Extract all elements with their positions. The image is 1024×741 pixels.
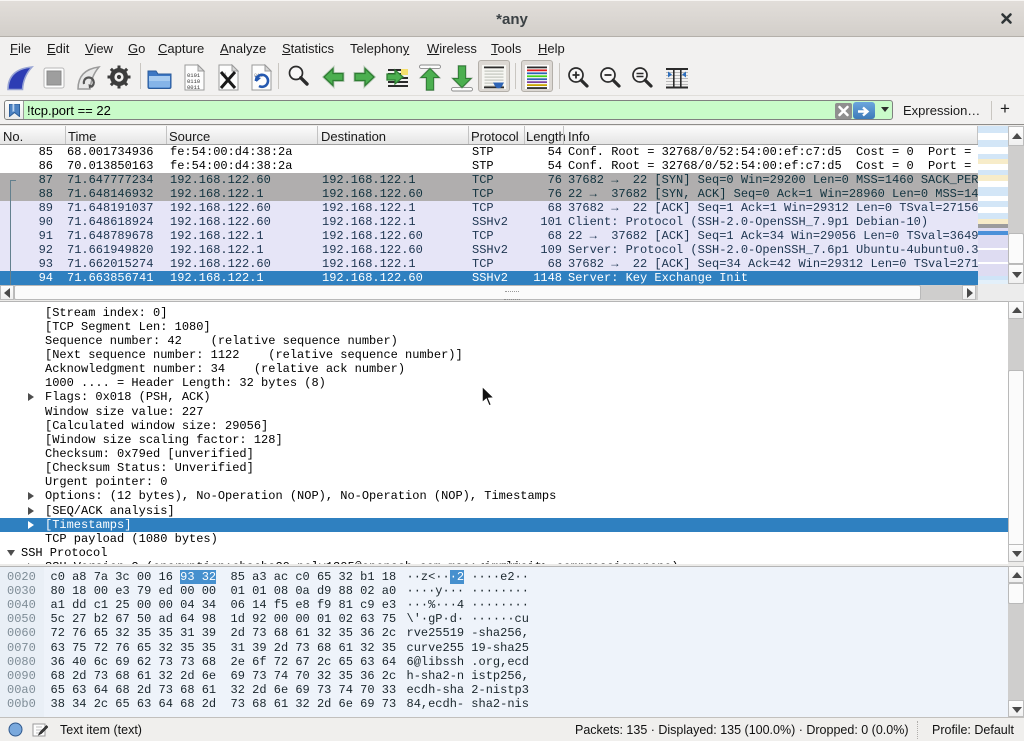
svg-text:0011: 0011 [187, 84, 201, 91]
